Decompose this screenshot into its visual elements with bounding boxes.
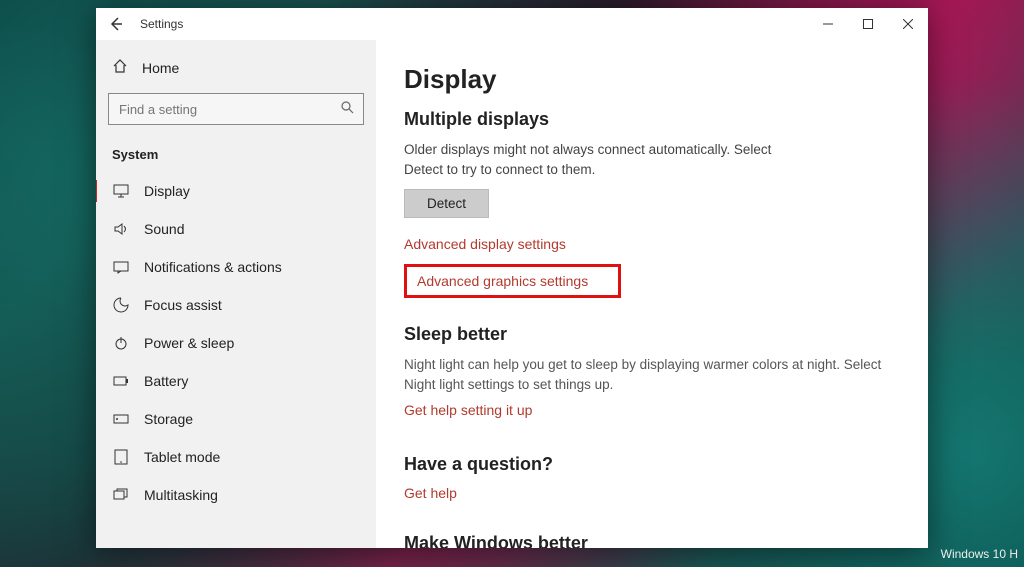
sidebar-item-tablet-mode[interactable]: Tablet mode (96, 438, 376, 476)
sidebar-item-label: Tablet mode (144, 449, 220, 465)
section-make-windows-better: Make Windows better (404, 533, 900, 548)
highlight-annotation: Advanced graphics settings (404, 264, 621, 298)
sidebar-item-sound[interactable]: Sound (96, 210, 376, 248)
section-have-question: Have a question? (404, 454, 900, 475)
close-icon (903, 19, 913, 29)
sidebar-item-label: Storage (144, 411, 193, 427)
section-sleep-better: Sleep better (404, 324, 900, 345)
display-icon (112, 184, 130, 198)
section-multiple-displays: Multiple displays (404, 109, 900, 130)
content-pane: Display Multiple displays Older displays… (376, 40, 928, 548)
sidebar-item-label: Sound (144, 221, 184, 237)
advanced-graphics-settings-link[interactable]: Advanced graphics settings (417, 273, 588, 289)
search-input[interactable] (108, 93, 364, 125)
sound-icon (112, 222, 130, 236)
sidebar-item-power-sleep[interactable]: Power & sleep (96, 324, 376, 362)
sidebar-item-label: Power & sleep (144, 335, 234, 351)
focus-assist-icon (112, 297, 130, 313)
multiple-displays-description: Older displays might not always connect … (404, 140, 804, 179)
titlebar: Settings (96, 8, 928, 40)
sidebar-item-label: Display (144, 183, 190, 199)
get-help-link[interactable]: Get help (404, 485, 900, 501)
sleep-better-help-link[interactable]: Get help setting it up (404, 402, 900, 418)
page-title: Display (404, 64, 900, 95)
sidebar-item-battery[interactable]: Battery (96, 362, 376, 400)
maximize-button[interactable] (848, 8, 888, 40)
tablet-icon (112, 449, 130, 465)
sidebar-item-storage[interactable]: Storage (96, 400, 376, 438)
sidebar-item-notifications[interactable]: Notifications & actions (96, 248, 376, 286)
detect-button[interactable]: Detect (404, 189, 489, 218)
power-icon (112, 335, 130, 351)
minimize-icon (823, 19, 833, 29)
sidebar-item-label: Multitasking (144, 487, 218, 503)
home-icon (112, 58, 128, 77)
multitasking-icon (112, 488, 130, 502)
back-button[interactable] (96, 8, 136, 40)
advanced-display-settings-link[interactable]: Advanced display settings (404, 236, 900, 252)
home-link[interactable]: Home (96, 48, 376, 87)
sidebar-item-display[interactable]: Display (96, 172, 376, 210)
sleep-better-description: Night light can help you get to sleep by… (404, 355, 900, 394)
minimize-button[interactable] (808, 8, 848, 40)
maximize-icon (863, 19, 873, 29)
window-title: Settings (136, 17, 183, 31)
sidebar-item-multitasking[interactable]: Multitasking (96, 476, 376, 514)
sidebar-item-label: Focus assist (144, 297, 222, 313)
desktop-watermark: Windows 10 H (941, 547, 1018, 561)
sidebar-item-focus-assist[interactable]: Focus assist (96, 286, 376, 324)
arrow-left-icon (108, 16, 124, 32)
notifications-icon (112, 260, 130, 274)
close-button[interactable] (888, 8, 928, 40)
sidebar: Home System Display Sound Notifications … (96, 40, 376, 548)
sidebar-item-label: Battery (144, 373, 188, 389)
battery-icon (112, 376, 130, 386)
search-icon (341, 101, 354, 117)
home-label: Home (142, 60, 179, 76)
sidebar-item-label: Notifications & actions (144, 259, 282, 275)
storage-icon (112, 414, 130, 424)
sidebar-category: System (96, 137, 376, 172)
settings-window: Settings Home System (96, 8, 928, 548)
